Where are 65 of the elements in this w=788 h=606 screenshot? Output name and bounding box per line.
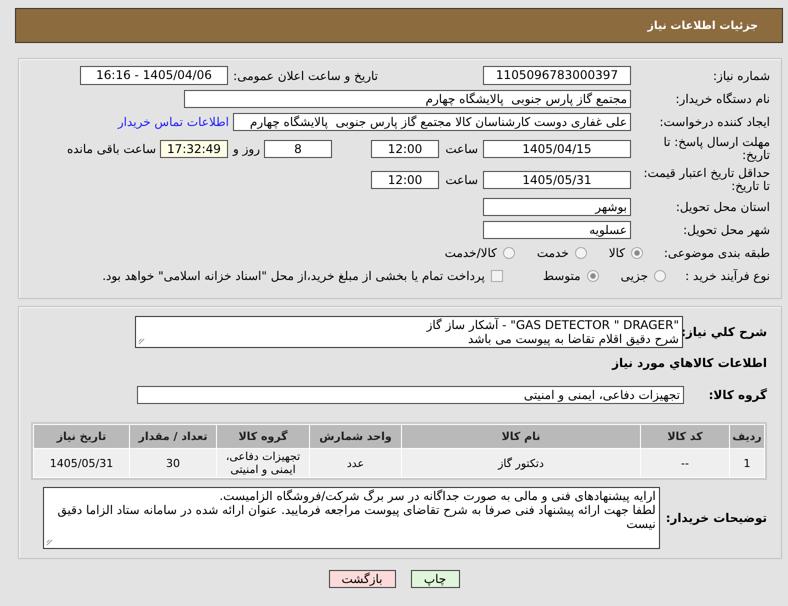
description-label: شرح کلي نياز: [683,325,767,339]
table-cell: تجهیزات دفاعی، ایمنی و امنیتی [217,449,309,477]
checkbox[interactable] [490,270,503,282]
time-label: ساعت [444,173,479,187]
radio-label: جزیی [620,269,648,283]
radio-button[interactable] [631,247,643,259]
column-header: تعداد / مقدار [130,425,216,448]
resize-grip-icon[interactable] [138,338,145,345]
buyer-notes-field[interactable]: ارایه پیشنهادهای فنی و مالی به صورت جداگانه در سر برگ شرکت/فروشگاه الزامیست. لطفا جهت ارائه پیشنهاد فنی صرفا به شرح تقاضای پیوست مراجعه فرمایید. عنوان ارائه شده در سامانه ستاد الزاما دقیق نیست [42,487,660,549]
radio-label: کالا/خدمت [444,246,497,260]
print-button[interactable]: چاپ [410,570,460,588]
column-header: کد کالا [641,425,729,448]
requester-label: ایجاد کننده درخواست: [658,115,770,129]
deadline-time-field[interactable]: 12:00 [371,140,439,158]
days-left-field[interactable]: 8 [264,140,332,158]
province-field[interactable]: بوشهر [483,198,631,216]
buyer-notes-label: توضیحات خریدار: [666,511,767,525]
time-left-label: ساعت باقی مانده [66,142,156,156]
city-label: شهر محل تحویل: [682,223,770,237]
column-header: نام کالا [402,425,640,448]
deadline-label: مهلت ارسال پاسخ: تا تاریخ: [662,136,770,162]
page-title: جزئیات اطلاعات نیاز [648,19,758,32]
table-cell: 30 [130,449,216,477]
category-label: طبقه بندی موضوعی: [662,246,770,260]
table-cell: 1405/05/31 [34,449,129,477]
validity-date-field[interactable]: 1405/05/31 [483,171,631,189]
description-field[interactable]: "GAS DETECTOR " DRAGER" - آشکار ساز گاز شرح دقیق اقلام تقاضا به پیوست می باشد [135,316,683,348]
radio-label: خدمت [536,246,569,260]
buyer-org-field[interactable]: مجتمع گاز پارس جنوبی پالایشگاه چهارم [184,90,631,108]
requester-field[interactable]: علی غفاری دوست کارشناسان کالا مجتمع گاز پارس جنوبی پالایشگاه چهارم [233,113,631,131]
table-cell: عدد [310,449,401,477]
announce-date-label: تاریخ و ساعت اعلان عمومی: [232,68,378,82]
process-label: نوع فرآیند خرید : [684,269,770,283]
radio-button[interactable] [654,270,666,282]
radio-button[interactable] [574,247,587,259]
table-cell: دتکتور گاز [402,449,640,477]
column-header: گروه کالا [217,425,309,448]
radio-button[interactable] [502,247,515,259]
announce-date-field[interactable]: 1405/04/06 - 16:16 [80,66,228,85]
need-number-label: شماره نیاز: [712,68,770,82]
city-field[interactable]: عسلویه [483,221,631,239]
radio-label: متوسط [542,269,581,283]
column-header: ردیف [730,425,764,448]
validity-time-field[interactable]: 12:00 [371,171,439,189]
radio-button[interactable] [586,270,599,282]
days-label: روز و [232,142,261,156]
section-heading: اطلاعات کالاهاي مورد نياز [610,356,767,370]
table-cell: 1 [730,449,764,477]
resize-grip-icon[interactable] [46,539,53,546]
buyer-org-label: نام دستگاه خریدار: [674,92,770,106]
column-header: تاریخ نیاز [34,425,129,448]
province-label: استان محل تحویل: [674,200,770,214]
time-left-field[interactable]: 17:32:49 [160,140,228,158]
time-label: ساعت [444,142,479,156]
table-cell: -- [641,449,729,477]
radio-label: کالا [608,246,625,260]
need-number-field[interactable]: 1105096783000397 [483,66,631,85]
deadline-date-field[interactable]: 1405/04/15 [483,140,631,158]
contact-link[interactable]: اطلاعات تماس خریدار [118,115,229,129]
column-header: واحد شمارش [310,425,401,448]
back-button[interactable]: بازگشت [328,570,396,588]
checkbox-label: پرداخت تمام یا بخشی از مبلغ خرید،از محل "اسناد خزانه اسلامی" خواهد بود. [102,269,485,283]
item-group-label: گروه کالا: [708,388,767,402]
price-validity-label: حداقل تاریخ اعتبار قیمت: تا تاریخ: [642,167,770,193]
item-group-field[interactable]: تجهیزات دفاعی، ایمنی و امنیتی [137,386,684,404]
